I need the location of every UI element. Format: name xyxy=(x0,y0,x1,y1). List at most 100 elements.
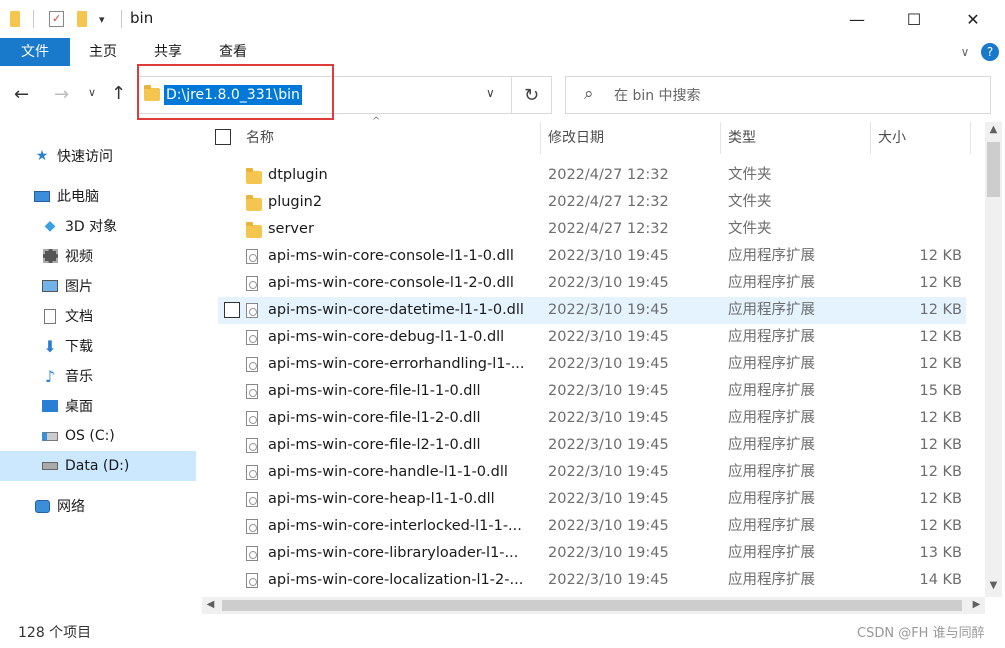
address-dropdown-button[interactable]: ∨ xyxy=(486,86,495,100)
sidebar-item-videos[interactable]: 视频 xyxy=(0,241,196,271)
tab-view[interactable]: 查看 xyxy=(210,38,256,66)
table-row[interactable]: api-ms-win-core-console-l1-2-0.dll 2022/3… xyxy=(218,270,966,297)
cell-size xyxy=(868,189,962,216)
scroll-down-arrow[interactable]: ▼ xyxy=(985,580,1002,591)
status-item-count: 128 个项目 xyxy=(18,625,92,641)
cell-type: 应用程序扩展 xyxy=(728,356,815,372)
desktop-icon xyxy=(41,398,59,414)
table-row[interactable]: api-ms-win-core-debug-l1-1-0.dll 2022/3/1… xyxy=(218,324,966,351)
sidebar-item-this-pc[interactable]: 此电脑 xyxy=(0,181,196,211)
scroll-left-arrow[interactable]: ◀ xyxy=(202,599,219,610)
cell-name: api-ms-win-core-file-l1-2-0.dll xyxy=(268,410,481,426)
scroll-up-arrow[interactable]: ▲ xyxy=(985,124,1002,135)
column-divider[interactable] xyxy=(870,122,871,154)
tab-share[interactable]: 共享 xyxy=(145,38,191,66)
table-row[interactable]: api-ms-win-core-console-l1-1-0.dll 2022/3… xyxy=(218,243,966,270)
table-row[interactable]: api-ms-win-core-file-l1-2-0.dll 2022/3/10… xyxy=(218,405,966,432)
download-icon: ⬇ xyxy=(43,336,57,356)
column-header-name[interactable]: 名称 xyxy=(246,122,274,154)
table-row[interactable]: api-ms-win-core-errorhandling-l1-... 2022… xyxy=(218,351,966,378)
cell-date: 2022/3/10 19:45 xyxy=(548,437,669,453)
table-row[interactable]: api-ms-win-core-heap-l1-1-0.dll 2022/3/10… xyxy=(218,486,966,513)
recent-locations-button[interactable]: ∨ xyxy=(88,86,96,99)
forward-button[interactable]: → xyxy=(54,84,69,105)
table-row[interactable]: plugin2 2022/4/27 12:32 文件夹 xyxy=(218,189,966,216)
divider xyxy=(33,8,34,30)
table-row[interactable]: api-ms-win-core-handle-l1-1-0.dll 2022/3/… xyxy=(218,459,966,486)
column-header-type[interactable]: 类型 xyxy=(728,122,756,154)
table-row[interactable]: api-ms-win-core-interlocked-l1-1-... 2022… xyxy=(218,513,966,540)
select-all-checkbox[interactable] xyxy=(215,129,231,145)
cell-name: api-ms-win-core-libraryloader-l1-... xyxy=(268,545,519,561)
table-row[interactable]: dtplugin 2022/4/27 12:32 文件夹 xyxy=(218,162,966,189)
column-header-date[interactable]: 修改日期 xyxy=(548,122,604,154)
sidebar-item-pictures[interactable]: 图片 xyxy=(0,271,196,301)
folder-icon xyxy=(10,8,20,30)
cell-date: 2022/4/27 12:32 xyxy=(548,194,669,210)
sidebar-item-documents[interactable]: 文档 xyxy=(0,301,196,331)
sidebar-item-label: Data (D:) xyxy=(65,458,130,474)
new-folder-icon[interactable] xyxy=(77,8,87,30)
sidebar-item-desktop[interactable]: 桌面 xyxy=(0,391,196,421)
sidebar-item-downloads[interactable]: ⬇ 下载 xyxy=(0,331,196,361)
cell-date: 2022/3/10 19:45 xyxy=(548,248,669,264)
maximize-button[interactable]: ☐ xyxy=(891,0,937,38)
customize-toolbar-icon[interactable]: ▾ xyxy=(99,8,105,30)
cell-name: api-ms-win-core-file-l1-1-0.dll xyxy=(268,383,481,399)
refresh-button[interactable]: ↻ xyxy=(512,76,552,114)
cell-size: 12 KB xyxy=(919,275,962,291)
table-row[interactable]: api-ms-win-core-libraryloader-l1-... 2022… xyxy=(218,540,966,567)
vertical-scroll-thumb[interactable] xyxy=(987,142,1000,197)
highlight-box xyxy=(137,64,334,120)
help-button[interactable]: ? xyxy=(981,43,999,61)
cell-date: 2022/3/10 19:45 xyxy=(548,302,669,318)
table-row[interactable]: api-ms-win-core-file-l2-1-0.dll 2022/3/10… xyxy=(218,432,966,459)
table-row[interactable]: server 2022/4/27 12:32 文件夹 xyxy=(218,216,966,243)
dll-file-icon xyxy=(246,357,258,372)
cell-date: 2022/3/10 19:45 xyxy=(548,545,669,561)
horizontal-scroll-thumb[interactable] xyxy=(222,600,962,611)
cell-type: 应用程序扩展 xyxy=(728,275,815,291)
sidebar-item-drive-d[interactable]: Data (D:) xyxy=(0,451,196,481)
dll-file-icon xyxy=(246,492,258,507)
table-row[interactable]: api-ms-win-core-file-l1-1-0.dll 2022/3/10… xyxy=(218,378,966,405)
vertical-scrollbar[interactable]: ▲ ▼ xyxy=(985,122,1002,597)
cell-size xyxy=(868,162,962,189)
cell-type: 应用程序扩展 xyxy=(728,437,815,453)
sidebar-item-label: 桌面 xyxy=(65,399,93,415)
watermark: CSDN @FH 谁与同醉 xyxy=(857,626,985,641)
cell-size: 12 KB xyxy=(919,518,962,534)
scroll-right-arrow[interactable]: ▶ xyxy=(968,599,985,610)
column-divider[interactable] xyxy=(720,122,721,154)
cell-size: 12 KB xyxy=(919,329,962,345)
close-button[interactable]: ✕ xyxy=(950,0,996,38)
up-button[interactable]: ↑ xyxy=(111,83,126,104)
minimize-button[interactable]: — xyxy=(834,0,880,38)
back-button[interactable]: ← xyxy=(14,84,29,105)
properties-icon[interactable]: ✓ xyxy=(49,8,64,30)
table-row[interactable]: api-ms-win-core-localization-l1-2-... 202… xyxy=(218,567,966,594)
divider xyxy=(121,8,122,30)
cell-type: 应用程序扩展 xyxy=(728,572,815,588)
column-divider[interactable] xyxy=(540,122,541,154)
star-icon: ★ xyxy=(35,148,49,164)
cell-date: 2022/3/10 19:45 xyxy=(548,383,669,399)
row-checkbox[interactable] xyxy=(224,302,240,318)
tab-home[interactable]: 主页 xyxy=(80,38,126,66)
column-divider[interactable] xyxy=(970,122,971,154)
sidebar-item-label: 文档 xyxy=(65,309,93,325)
cell-type: 应用程序扩展 xyxy=(728,302,815,318)
sidebar-item-network[interactable]: 网络 xyxy=(0,491,196,521)
sidebar-item-3d-objects[interactable]: ◆ 3D 对象 xyxy=(0,211,196,241)
cell-date: 2022/3/10 19:45 xyxy=(548,329,669,345)
ribbon-collapse-button[interactable]: ∨ xyxy=(955,38,975,66)
cell-date: 2022/3/10 19:45 xyxy=(548,572,669,588)
sidebar-item-quick-access[interactable]: ★ 快速访问 xyxy=(0,141,196,171)
sidebar-item-drive-c[interactable]: OS (C:) xyxy=(0,421,196,451)
pictures-icon xyxy=(41,278,59,294)
sidebar-item-music[interactable]: ♪ 音乐 xyxy=(0,361,196,391)
tab-file[interactable]: 文件 xyxy=(0,38,70,66)
column-header-size[interactable]: 大小 xyxy=(878,122,906,154)
horizontal-scrollbar[interactable]: ◀ ▶ xyxy=(202,597,985,614)
table-row[interactable]: api-ms-win-core-datetime-l1-1-0.dll 2022/… xyxy=(218,297,966,324)
